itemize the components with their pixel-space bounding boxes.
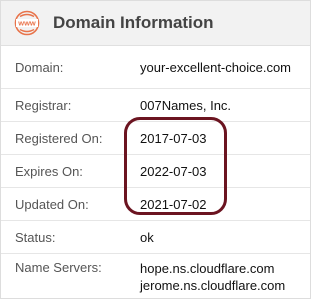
row-label: Domain: xyxy=(15,60,64,75)
card-header: www Domain Information xyxy=(1,1,310,46)
row-name-servers: Name Servers: hope.ns.cloudflare.com jer… xyxy=(1,254,310,298)
row-value: ok xyxy=(140,230,154,245)
www-globe-icon: www xyxy=(14,10,40,36)
row-updated-on: Updated On: 2021-07-02 xyxy=(1,188,310,221)
name-server-primary: hope.ns.cloudflare.com xyxy=(140,261,275,276)
www-icon-text: www xyxy=(17,19,36,28)
row-value: 007Names, Inc. xyxy=(140,98,232,113)
row-label: Registered On: xyxy=(15,131,103,146)
row-value: 2017-07-03 xyxy=(140,131,207,146)
domain-info-card: www Domain Information Domain: your-exce… xyxy=(0,0,311,299)
row-registrar: Registrar: 007Names, Inc. xyxy=(1,89,310,122)
row-value: 2021-07-02 xyxy=(140,197,207,212)
row-label: Registrar: xyxy=(15,98,72,113)
row-label: Name Servers: xyxy=(15,260,102,275)
row-expires-on: Expires On: 2022-07-03 xyxy=(1,155,310,188)
row-label: Updated On: xyxy=(15,197,89,212)
row-label: Status: xyxy=(15,230,56,245)
row-status: Status: ok xyxy=(1,221,310,254)
name-server-secondary: jerome.ns.cloudflare.com xyxy=(140,278,286,293)
row-label: Expires On: xyxy=(15,164,83,179)
card-title: Domain Information xyxy=(53,13,214,32)
row-value: 2022-07-03 xyxy=(140,164,207,179)
row-registered-on: Registered On: 2017-07-03 xyxy=(1,122,310,155)
row-domain: Domain: your-excellent-choice.com xyxy=(1,46,310,89)
row-value: your-excellent-choice.com xyxy=(140,60,292,75)
